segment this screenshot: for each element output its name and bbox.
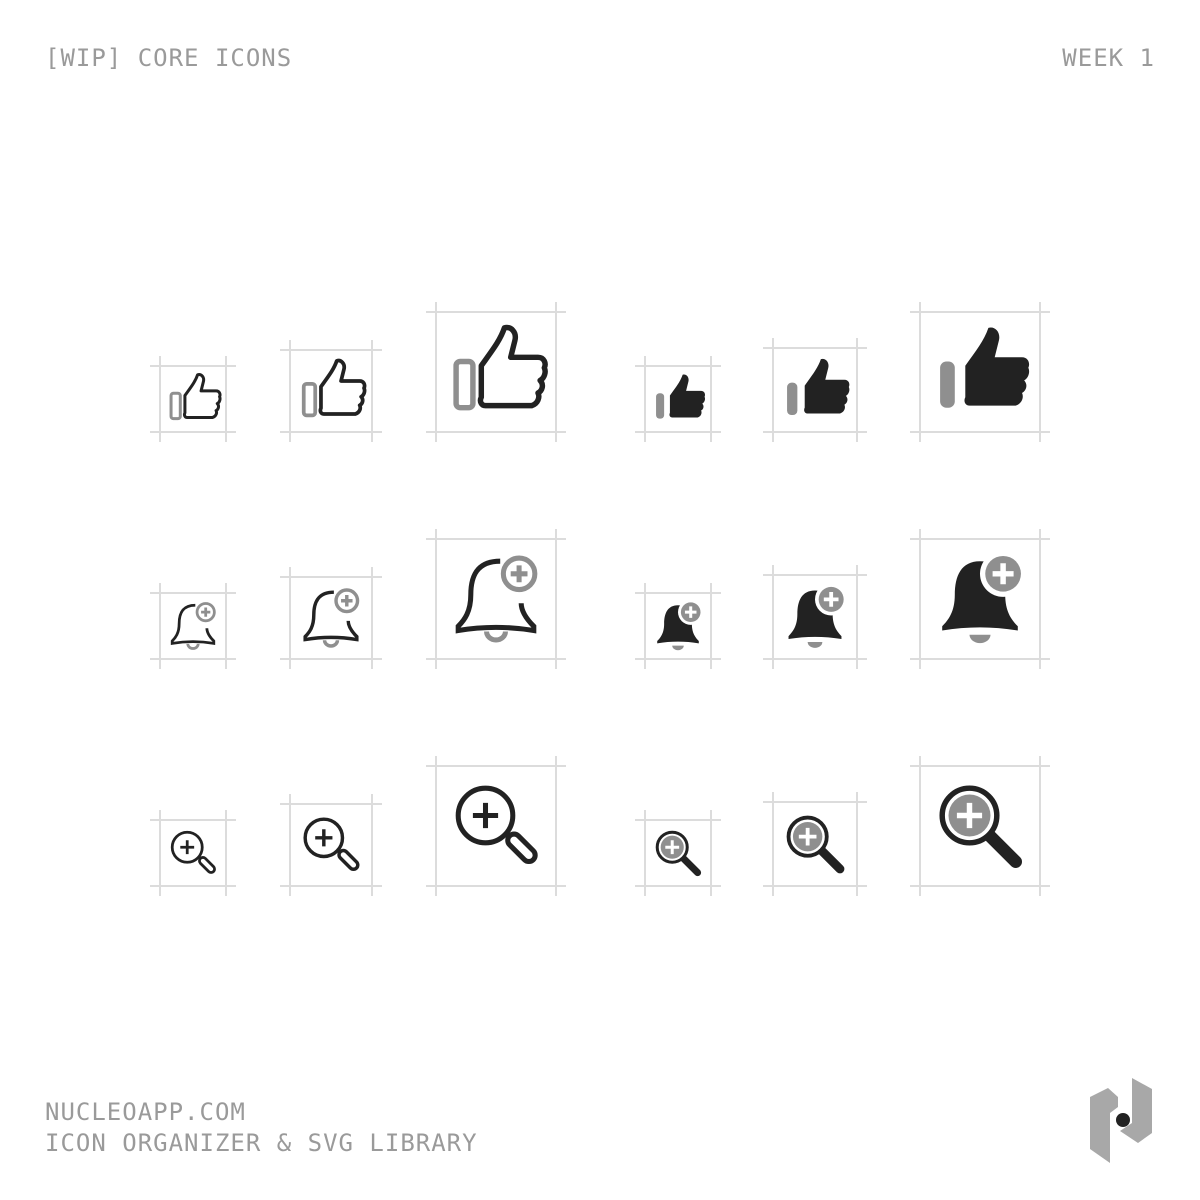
magnifier-handle bbox=[337, 848, 360, 871]
bell-clapper bbox=[484, 631, 508, 643]
zoom-in-filled-large-icon bbox=[939, 785, 1022, 868]
icon-board bbox=[150, 302, 1050, 896]
thumb-cuff bbox=[301, 381, 318, 418]
plus-icon bbox=[510, 565, 528, 583]
plus-icon bbox=[201, 607, 211, 617]
thumbs-up-filled-large-icon bbox=[940, 327, 1030, 408]
plus-icon bbox=[341, 595, 353, 607]
zoom-in-outline-large-icon bbox=[455, 785, 538, 865]
thumbs-up-outline-large-icon bbox=[453, 324, 548, 411]
thumb-cuff bbox=[169, 391, 182, 421]
thumbs-up-filled-medium-icon bbox=[787, 358, 850, 415]
thumbs-up-outline-small-icon bbox=[169, 373, 222, 421]
nucleo-logo-icon[interactable] bbox=[1088, 1075, 1160, 1167]
magnifier-handle bbox=[198, 856, 216, 874]
bell-add-outline-small-icon bbox=[170, 602, 216, 650]
grid-cell bbox=[150, 583, 236, 669]
grid-cell bbox=[150, 356, 236, 442]
grid-guides bbox=[150, 302, 1050, 896]
thumb-hand bbox=[669, 374, 706, 418]
bell-clapper bbox=[969, 634, 991, 644]
thumb-hand bbox=[182, 373, 222, 419]
logo-left-shape bbox=[1090, 1088, 1118, 1163]
thumb-hand bbox=[477, 324, 548, 409]
magnifier-handle bbox=[679, 854, 702, 877]
logo-dot bbox=[1116, 1113, 1130, 1127]
plus-icon bbox=[315, 829, 333, 847]
plus-icon bbox=[180, 840, 195, 855]
zoom-in-filled-small-icon bbox=[655, 830, 702, 877]
zoom-in-filled-medium-icon bbox=[786, 815, 845, 874]
bell-clapper bbox=[322, 639, 340, 648]
footer-site[interactable]: NUCLEOAPP.COM bbox=[45, 1098, 246, 1126]
thumb-cuff bbox=[453, 358, 476, 411]
bell-clapper bbox=[672, 645, 684, 651]
zoom-in-outline-small-icon bbox=[170, 830, 216, 874]
grid-cell bbox=[426, 756, 566, 896]
grid-cell bbox=[280, 567, 382, 669]
icons bbox=[169, 324, 1030, 877]
bell-add-filled-medium-icon bbox=[788, 583, 848, 648]
thumb-hand bbox=[318, 358, 367, 416]
thumbs-up-outline-medium-icon bbox=[301, 358, 367, 418]
bell-clapper bbox=[186, 643, 200, 650]
footer-tagline: ICON ORGANIZER & SVG LIBRARY bbox=[45, 1129, 478, 1157]
thumb-cuff bbox=[656, 393, 665, 419]
thumb-cuff bbox=[940, 361, 955, 408]
thumb-hand bbox=[964, 327, 1030, 406]
magnifier-handle bbox=[505, 831, 538, 865]
grid-cell bbox=[280, 340, 382, 442]
bell-add-filled-small-icon bbox=[657, 599, 704, 651]
thumb-hand bbox=[804, 358, 850, 414]
logo-right-shape bbox=[1120, 1078, 1152, 1143]
bell-add-filled-large-icon bbox=[942, 550, 1027, 644]
plus-icon bbox=[472, 802, 499, 829]
magnifier-handle bbox=[816, 845, 845, 874]
thumbs-up-filled-small-icon bbox=[656, 374, 706, 419]
thumb-cuff bbox=[787, 382, 798, 415]
bell-clapper bbox=[807, 641, 823, 648]
bell-add-outline-medium-icon bbox=[303, 588, 360, 648]
grid-cell bbox=[426, 529, 566, 669]
magnifier-handle bbox=[982, 828, 1022, 868]
zoom-in-outline-medium-icon bbox=[303, 817, 360, 871]
bell-add-outline-large-icon bbox=[455, 555, 538, 643]
grid-cell bbox=[150, 810, 236, 896]
grid-cell bbox=[280, 794, 382, 896]
